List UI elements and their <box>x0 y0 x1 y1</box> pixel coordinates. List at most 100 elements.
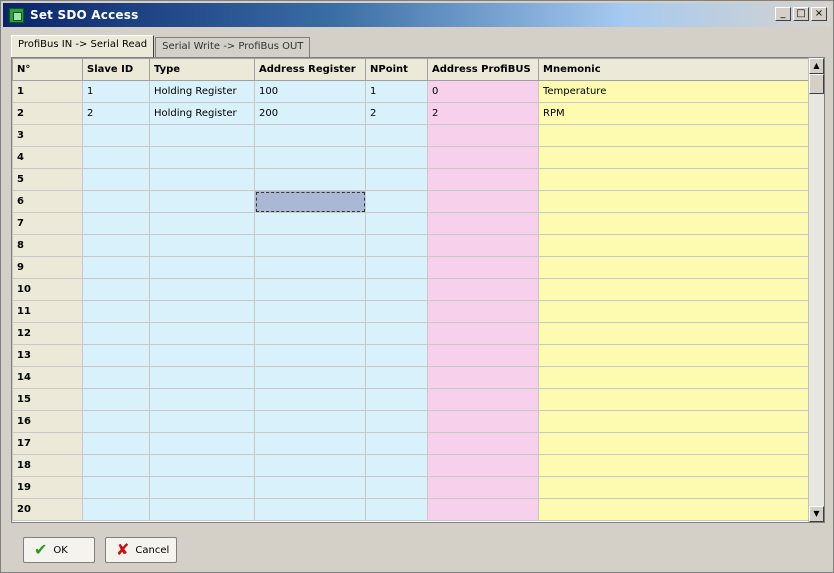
mnemonic-cell[interactable]: RPM <box>538 102 810 125</box>
npoint-cell[interactable] <box>365 124 428 147</box>
table-row[interactable]: 9 <box>12 256 810 279</box>
address-register-cell[interactable] <box>254 366 366 389</box>
address-profibus-cell[interactable] <box>427 432 539 455</box>
npoint-cell[interactable] <box>365 344 428 367</box>
address-profibus-cell[interactable] <box>427 344 539 367</box>
mnemonic-cell[interactable] <box>538 432 810 455</box>
mnemonic-cell[interactable] <box>538 476 810 499</box>
title-bar[interactable]: Set SDO Access _ □ × <box>3 3 831 27</box>
address-register-cell[interactable]: 100 <box>254 80 366 103</box>
mnemonic-cell[interactable] <box>538 234 810 257</box>
table-row[interactable]: 11 <box>12 300 810 323</box>
row-number-cell[interactable]: 4 <box>12 146 83 169</box>
type-cell[interactable] <box>149 300 255 323</box>
npoint-cell[interactable] <box>365 278 428 301</box>
address-profibus-cell[interactable]: 0 <box>427 80 539 103</box>
type-cell[interactable] <box>149 146 255 169</box>
table-row[interactable]: 17 <box>12 432 810 455</box>
row-number-cell[interactable]: 8 <box>12 234 83 257</box>
type-cell[interactable]: Holding Register <box>149 80 255 103</box>
slave-id-cell[interactable] <box>82 344 150 367</box>
address-profibus-cell[interactable] <box>427 190 539 213</box>
address-profibus-cell[interactable] <box>427 388 539 411</box>
type-cell[interactable] <box>149 234 255 257</box>
table-row[interactable]: 19 <box>12 476 810 499</box>
scroll-up-arrow-icon[interactable]: ▲ <box>809 58 824 74</box>
mnemonic-cell[interactable] <box>538 124 810 147</box>
address-register-cell[interactable] <box>254 432 366 455</box>
slave-id-cell[interactable] <box>82 234 150 257</box>
npoint-cell[interactable] <box>365 212 428 235</box>
type-cell[interactable] <box>149 124 255 147</box>
npoint-cell[interactable] <box>365 300 428 323</box>
slave-id-cell[interactable] <box>82 124 150 147</box>
row-number-cell[interactable]: 5 <box>12 168 83 191</box>
address-register-cell[interactable] <box>254 234 366 257</box>
address-register-cell[interactable] <box>254 498 366 521</box>
npoint-cell[interactable]: 2 <box>365 102 428 125</box>
row-number-cell[interactable]: 3 <box>12 124 83 147</box>
mnemonic-cell[interactable] <box>538 322 810 345</box>
row-number-cell[interactable]: 2 <box>12 102 83 125</box>
table-row[interactable]: 13 <box>12 344 810 367</box>
address-profibus-cell[interactable] <box>427 498 539 521</box>
slave-id-cell[interactable] <box>82 278 150 301</box>
maximize-button[interactable]: □ <box>793 7 809 21</box>
mnemonic-cell[interactable] <box>538 498 810 521</box>
address-register-cell[interactable] <box>254 256 366 279</box>
type-cell[interactable] <box>149 168 255 191</box>
address-profibus-cell[interactable] <box>427 410 539 433</box>
row-number-cell[interactable]: 9 <box>12 256 83 279</box>
npoint-cell[interactable] <box>365 454 428 477</box>
mnemonic-cell[interactable] <box>538 212 810 235</box>
npoint-cell[interactable] <box>365 168 428 191</box>
slave-id-cell[interactable]: 2 <box>82 102 150 125</box>
type-cell[interactable]: Holding Register <box>149 102 255 125</box>
slave-id-cell[interactable] <box>82 322 150 345</box>
table-row[interactable]: 3 <box>12 124 810 147</box>
npoint-cell[interactable] <box>365 366 428 389</box>
address-register-cell[interactable] <box>254 344 366 367</box>
address-profibus-cell[interactable] <box>427 454 539 477</box>
table-row[interactable]: 8 <box>12 234 810 257</box>
type-cell[interactable] <box>149 454 255 477</box>
address-profibus-cell[interactable]: 2 <box>427 102 539 125</box>
column-header-mnemonic[interactable]: Mnemonic <box>538 58 810 81</box>
vertical-scrollbar[interactable]: ▲ ▼ <box>808 58 824 522</box>
ok-button[interactable]: ✔ OK <box>23 537 95 563</box>
table-row[interactable]: 10 <box>12 278 810 301</box>
tab-profibus-in-serial-read[interactable]: ProfiBus IN -> Serial Read <box>11 35 155 57</box>
address-register-cell[interactable] <box>254 124 366 147</box>
slave-id-cell[interactable] <box>82 146 150 169</box>
table-row[interactable]: 12 <box>12 322 810 345</box>
npoint-cell[interactable]: 1 <box>365 80 428 103</box>
mnemonic-cell[interactable] <box>538 300 810 323</box>
slave-id-cell[interactable] <box>82 212 150 235</box>
npoint-cell[interactable] <box>365 256 428 279</box>
mnemonic-cell[interactable] <box>538 344 810 367</box>
table-row[interactable]: 2 2 Holding Register 200 2 2 RPM <box>12 102 810 125</box>
slave-id-cell[interactable] <box>82 256 150 279</box>
row-number-cell[interactable]: 1 <box>12 80 83 103</box>
tab-serial-write-profibus-out[interactable]: Serial Write -> ProfiBus OUT <box>155 37 311 57</box>
mnemonic-cell[interactable] <box>538 454 810 477</box>
table-row[interactable]: 5 <box>12 168 810 191</box>
row-number-cell[interactable]: 10 <box>12 278 83 301</box>
address-profibus-cell[interactable] <box>427 168 539 191</box>
cancel-button[interactable]: ✘ Cancel <box>105 537 177 563</box>
slave-id-cell[interactable] <box>82 190 150 213</box>
npoint-cell[interactable] <box>365 322 428 345</box>
mnemonic-cell[interactable] <box>538 388 810 411</box>
column-header-address-register[interactable]: Address Register <box>254 58 366 81</box>
address-register-cell[interactable] <box>254 322 366 345</box>
address-register-cell[interactable] <box>254 388 366 411</box>
mnemonic-cell[interactable] <box>538 278 810 301</box>
slave-id-cell[interactable] <box>82 168 150 191</box>
row-number-cell[interactable]: 20 <box>12 498 83 521</box>
mnemonic-cell[interactable] <box>538 410 810 433</box>
npoint-cell[interactable] <box>365 234 428 257</box>
table-row[interactable]: 7 <box>12 212 810 235</box>
table-row[interactable]: 15 <box>12 388 810 411</box>
slave-id-cell[interactable] <box>82 410 150 433</box>
address-register-cell[interactable] <box>254 278 366 301</box>
